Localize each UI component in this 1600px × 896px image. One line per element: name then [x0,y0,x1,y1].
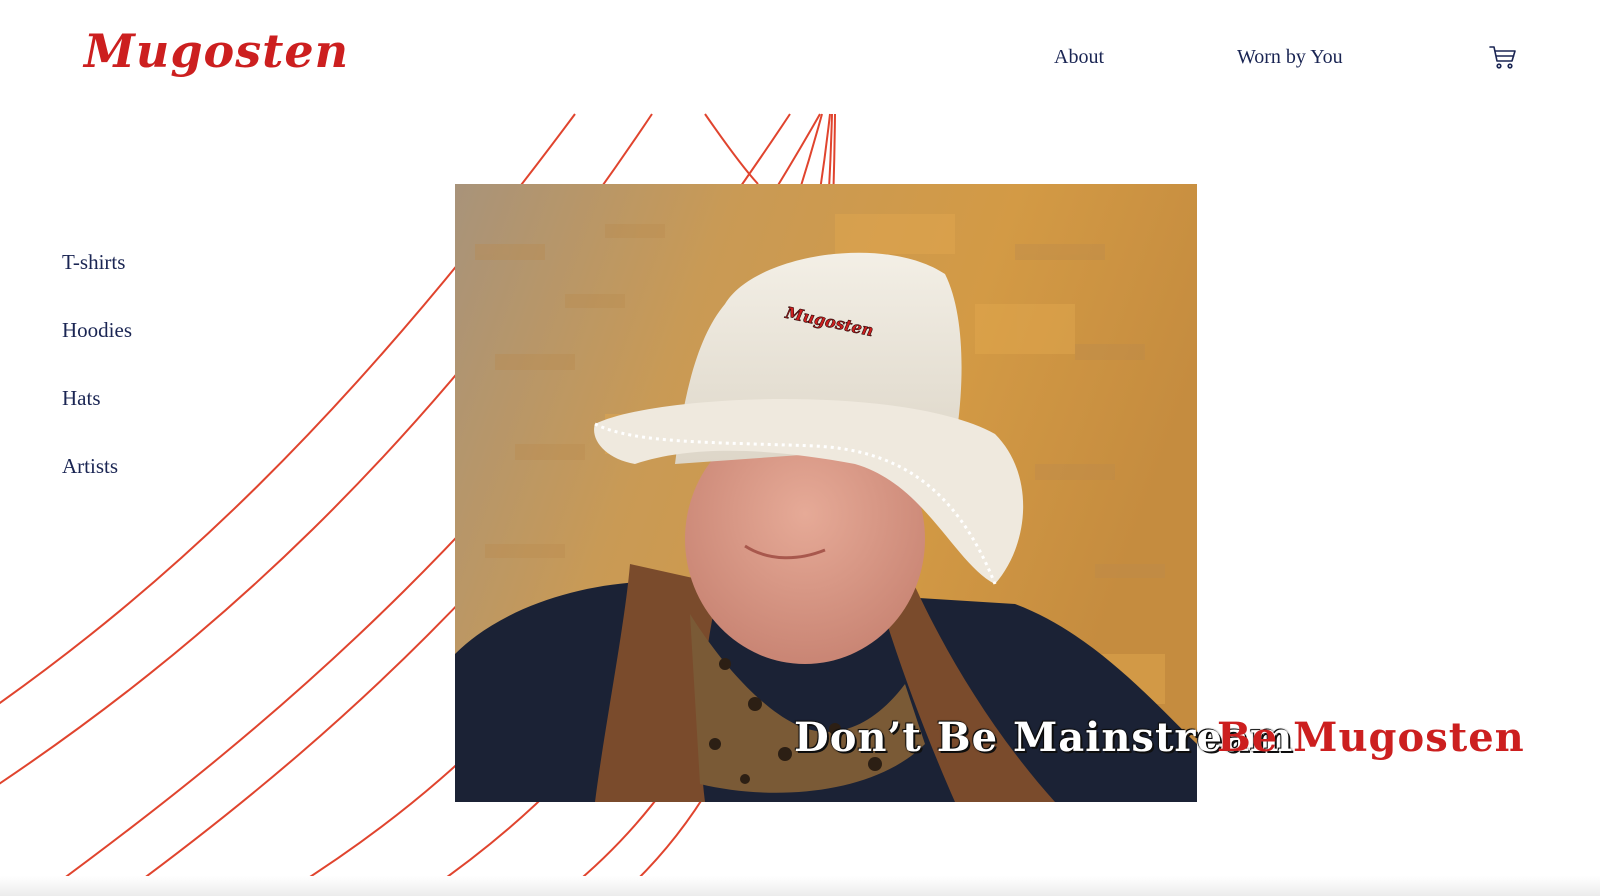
sidebar-item-hats[interactable]: Hats [62,386,101,411]
hero-photo: Mugosten [455,184,1197,802]
sidebar-item-hoodies[interactable]: Hoodies [62,318,132,343]
shopping-cart-icon [1489,46,1516,69]
nav-link-worn-by-you[interactable]: Worn by You [1237,46,1343,69]
nav-link-about[interactable]: About [1054,46,1104,69]
tagline-be-mugosten: Be Mugosten [1217,714,1525,761]
bottom-fade [0,876,1600,896]
sidebar-item-artists[interactable]: Artists [62,454,118,479]
sidebar-item-tshirts[interactable]: T-shirts [62,250,125,275]
brand-logo[interactable]: Mugosten [84,28,349,74]
page: Mugosten About Worn by You T-shirts Hood… [0,0,1600,896]
cart-button[interactable] [1488,42,1518,72]
deco-line [704,113,759,185]
